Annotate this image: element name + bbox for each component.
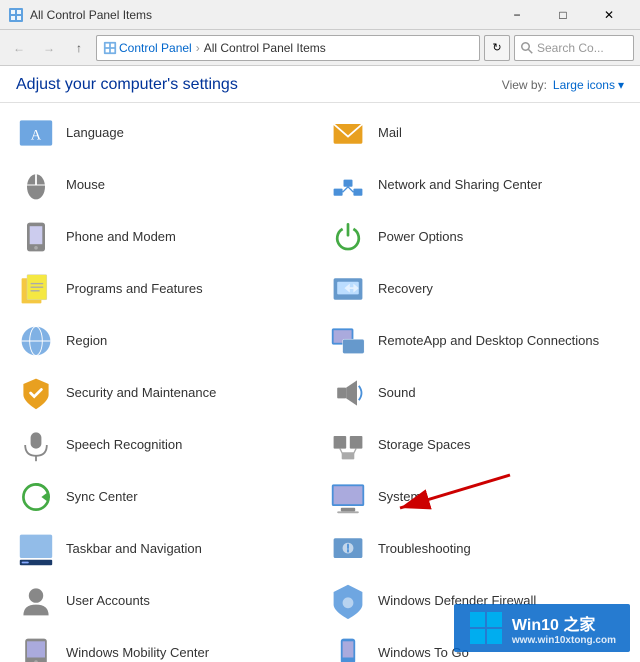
security-maintenance-label: Security and Maintenance — [66, 385, 216, 402]
chevron-down-icon: ▾ — [618, 78, 624, 92]
remoteapp-label: RemoteApp and Desktop Connections — [378, 333, 599, 350]
taskbar-navigation-icon — [16, 529, 56, 569]
panel-item-mail[interactable]: Mail — [320, 107, 632, 159]
items-grid: A Language Mail Mouse Network and Sharing Ce… — [0, 103, 640, 662]
phone-modem-label: Phone and Modem — [66, 229, 176, 246]
panel-item-system[interactable]: System — [320, 471, 632, 523]
network-sharing-label: Network and Sharing Center — [378, 177, 542, 194]
panel-item-taskbar-navigation[interactable]: Taskbar and Navigation — [8, 523, 320, 575]
address-path: Control Panel › All Control Panel Items — [103, 41, 326, 55]
panel-item-windows-mobility[interactable]: Windows Mobility Center — [8, 627, 320, 662]
system-icon — [328, 477, 368, 517]
watermark: Win10 之家 www.win10xtong.com — [454, 604, 630, 652]
panel-item-programs-features[interactable]: Programs and Features — [8, 263, 320, 315]
mouse-icon — [16, 165, 56, 205]
watermark-text: Win10 之家 — [512, 611, 616, 635]
minimize-button[interactable]: − — [494, 0, 540, 30]
mail-icon — [328, 113, 368, 153]
troubleshooting-icon — [328, 529, 368, 569]
panel-item-troubleshooting[interactable]: Troubleshooting — [320, 523, 632, 575]
windows-logo — [468, 610, 504, 646]
network-sharing-icon — [328, 165, 368, 205]
panel-item-power-options[interactable]: Power Options — [320, 211, 632, 263]
watermark-url: www.win10xtong.com — [512, 635, 616, 646]
user-accounts-icon — [16, 581, 56, 621]
panel-item-sync-center[interactable]: Sync Center — [8, 471, 320, 523]
search-placeholder: Search Co... — [537, 41, 604, 55]
panel-item-region[interactable]: Region — [8, 315, 320, 367]
path-separator-1: › — [196, 41, 200, 55]
title-bar: All Control Panel Items − □ ✕ — [0, 0, 640, 30]
close-button[interactable]: ✕ — [586, 0, 632, 30]
back-button[interactable]: ← — [6, 35, 32, 61]
panel-item-speech-recognition[interactable]: Speech Recognition — [8, 419, 320, 471]
phone-modem-icon — [16, 217, 56, 257]
windows-to-go-icon — [328, 633, 368, 662]
view-by-label: View by: — [502, 78, 547, 92]
address-bar: ← → ↑ Control Panel › All Control Panel … — [0, 30, 640, 66]
windows-defender-icon — [328, 581, 368, 621]
language-icon: A — [16, 113, 56, 153]
view-by-control: View by: Large icons ▾ — [502, 78, 624, 92]
sync-center-icon — [16, 477, 56, 517]
power-options-label: Power Options — [378, 229, 463, 246]
content-header: Adjust your computer's settings View by:… — [0, 66, 640, 103]
recovery-icon — [328, 269, 368, 309]
panel-item-sound[interactable]: Sound — [320, 367, 632, 419]
taskbar-navigation-label: Taskbar and Navigation — [66, 541, 202, 558]
windows-mobility-icon — [16, 633, 56, 662]
mail-label: Mail — [378, 125, 402, 142]
storage-spaces-label: Storage Spaces — [378, 437, 471, 454]
mouse-label: Mouse — [66, 177, 105, 194]
window-icon — [8, 7, 24, 23]
control-panel-path-icon — [103, 41, 117, 55]
region-icon — [16, 321, 56, 361]
power-options-icon — [328, 217, 368, 257]
panel-item-phone-modem[interactable]: Phone and Modem — [8, 211, 320, 263]
search-icon — [521, 42, 533, 54]
region-label: Region — [66, 333, 107, 350]
search-box[interactable]: Search Co... — [514, 35, 634, 61]
speech-recognition-label: Speech Recognition — [66, 437, 182, 454]
sound-label: Sound — [378, 385, 416, 402]
page-title: Adjust your computer's settings — [16, 76, 238, 94]
view-by-value[interactable]: Large icons ▾ — [553, 78, 624, 92]
maximize-button[interactable]: □ — [540, 0, 586, 30]
programs-features-icon — [16, 269, 56, 309]
up-button[interactable]: ↑ — [66, 35, 92, 61]
system-label: System — [378, 489, 421, 506]
programs-features-label: Programs and Features — [66, 281, 203, 298]
panel-item-storage-spaces[interactable]: Storage Spaces — [320, 419, 632, 471]
panel-item-language[interactable]: A Language — [8, 107, 320, 159]
remoteapp-icon — [328, 321, 368, 361]
panel-item-mouse[interactable]: Mouse — [8, 159, 320, 211]
forward-button[interactable]: → — [36, 35, 62, 61]
user-accounts-label: User Accounts — [66, 593, 150, 610]
speech-recognition-icon — [16, 425, 56, 465]
sync-center-label: Sync Center — [66, 489, 138, 506]
storage-spaces-icon — [328, 425, 368, 465]
window-controls: − □ ✕ — [494, 0, 632, 30]
recovery-label: Recovery — [378, 281, 433, 298]
panel-item-recovery[interactable]: Recovery — [320, 263, 632, 315]
address-field[interactable]: Control Panel › All Control Panel Items — [96, 35, 480, 61]
security-maintenance-icon — [16, 373, 56, 413]
title-bar-text: All Control Panel Items — [30, 8, 494, 22]
windows-mobility-label: Windows Mobility Center — [66, 645, 209, 662]
refresh-button[interactable]: ↻ — [484, 35, 510, 61]
troubleshooting-label: Troubleshooting — [378, 541, 471, 558]
sound-icon — [328, 373, 368, 413]
path-control-panel[interactable]: Control Panel — [119, 41, 192, 55]
language-label: Language — [66, 125, 124, 142]
content-area: Adjust your computer's settings View by:… — [0, 66, 640, 662]
panel-item-user-accounts[interactable]: User Accounts — [8, 575, 320, 627]
svg-text:A: A — [31, 127, 42, 143]
panel-item-network-sharing[interactable]: Network and Sharing Center — [320, 159, 632, 211]
panel-item-remoteapp[interactable]: RemoteApp and Desktop Connections — [320, 315, 632, 367]
panel-item-security-maintenance[interactable]: Security and Maintenance — [8, 367, 320, 419]
path-all-items: All Control Panel Items — [204, 41, 326, 55]
